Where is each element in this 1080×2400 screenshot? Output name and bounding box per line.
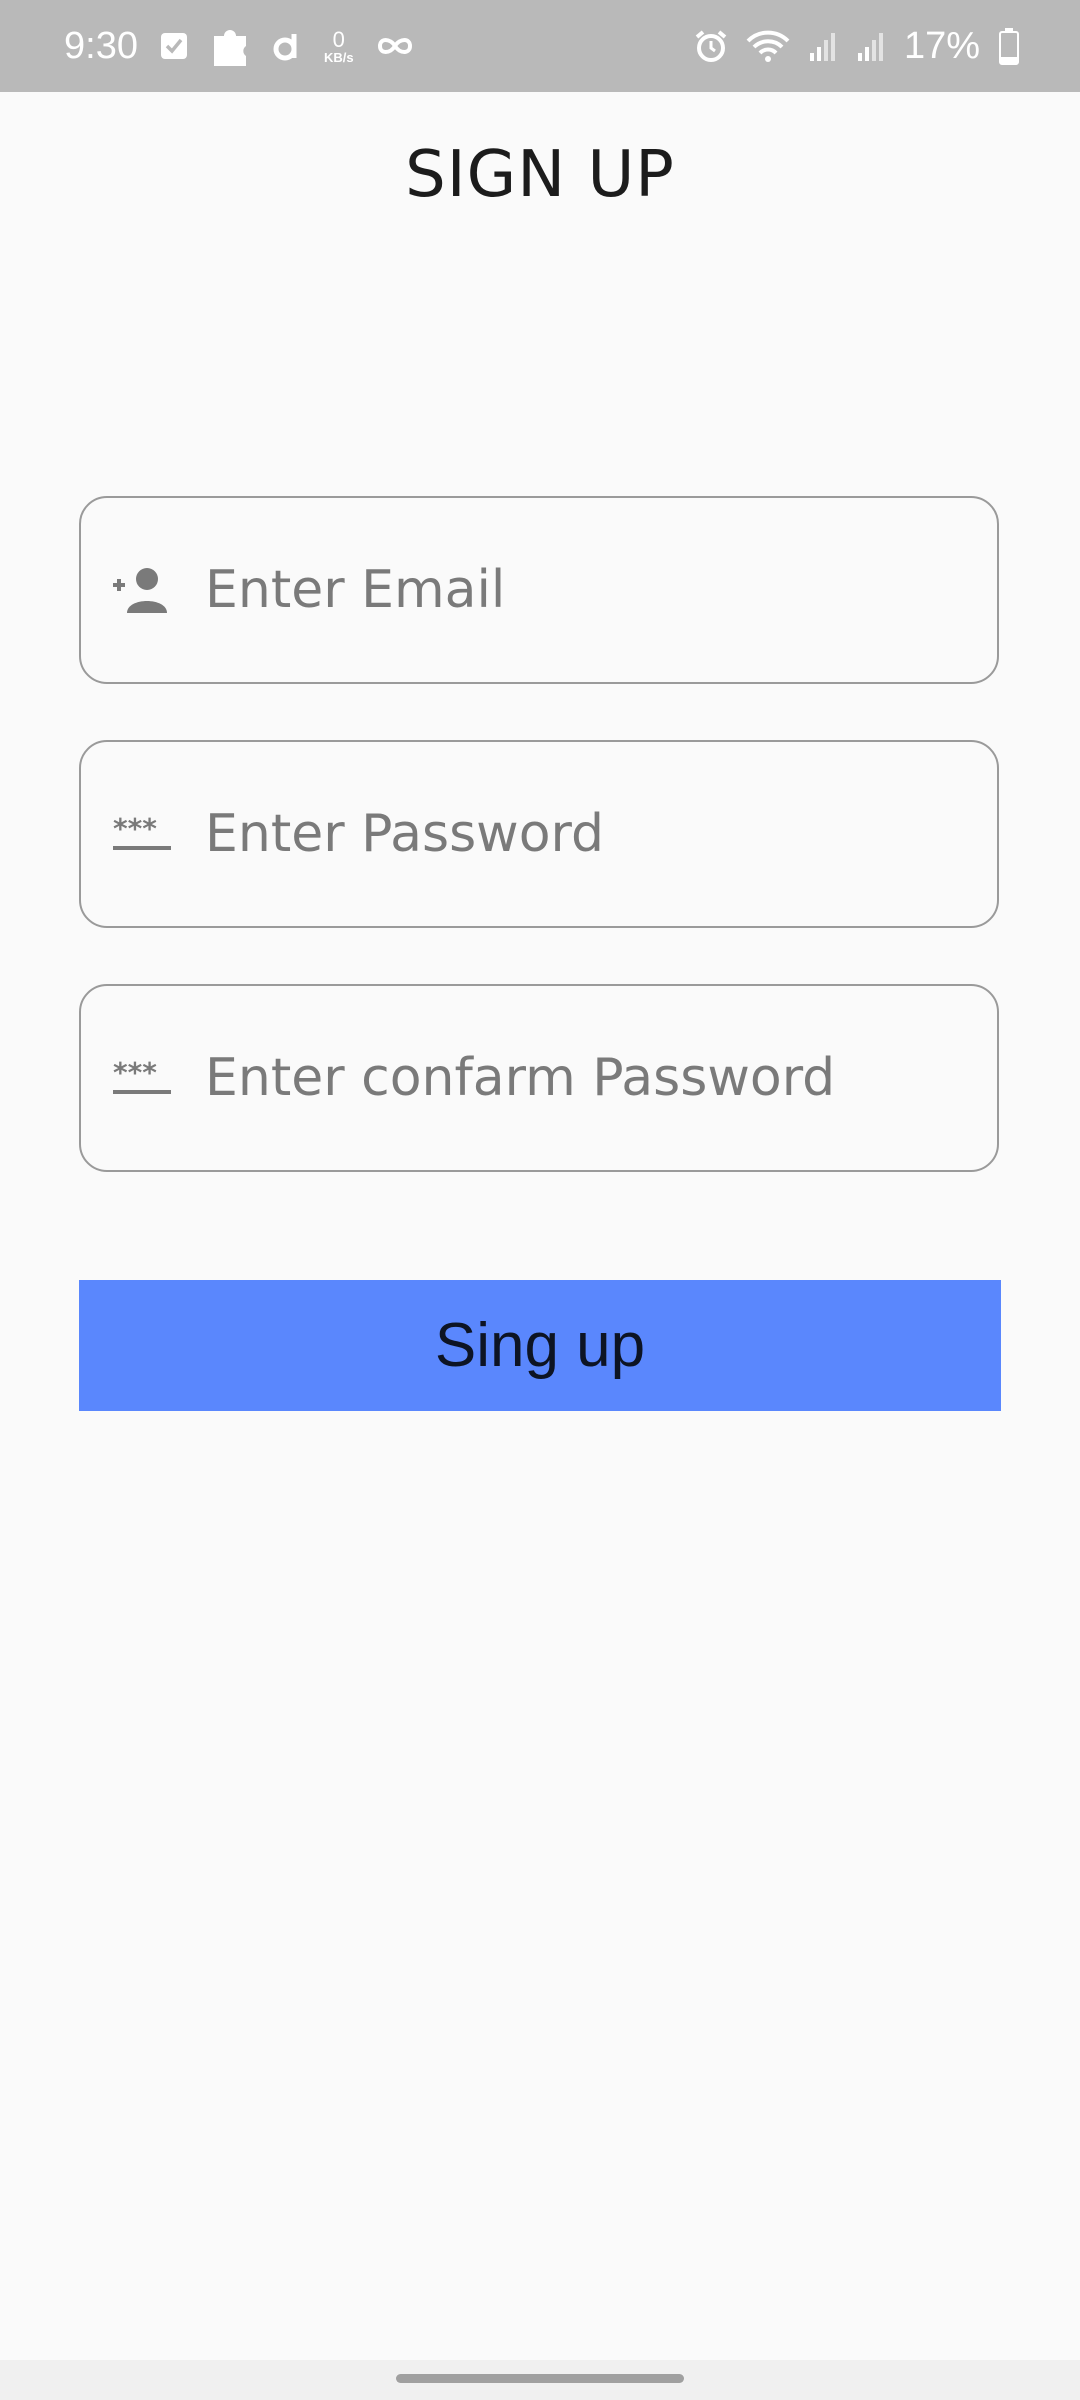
svg-text:***: *** bbox=[113, 814, 157, 845]
add-person-icon bbox=[111, 560, 173, 620]
status-bar: 9:30 0 KB/s 17% bbox=[0, 0, 1080, 92]
home-indicator[interactable] bbox=[396, 2374, 684, 2383]
confirm-password-field[interactable]: *** bbox=[79, 984, 999, 1172]
signup-button[interactable]: Sing up bbox=[79, 1280, 1001, 1411]
signal-icon-1 bbox=[808, 29, 838, 63]
app-notification-icon bbox=[272, 30, 302, 62]
network-speed: 0 KB/s bbox=[323, 26, 354, 65]
password-input[interactable] bbox=[203, 741, 997, 927]
battery-icon bbox=[998, 27, 1020, 65]
confirm-password-input[interactable] bbox=[203, 985, 997, 1171]
email-field[interactable] bbox=[79, 496, 999, 684]
signal-icon-2 bbox=[856, 29, 886, 63]
email-input[interactable] bbox=[203, 497, 997, 683]
infinity-icon bbox=[376, 35, 414, 57]
battery-percent: 17% bbox=[903, 24, 980, 67]
alarm-icon bbox=[694, 29, 728, 63]
password-icon: *** bbox=[111, 1048, 173, 1108]
navigation-bar bbox=[0, 2360, 1080, 2400]
password-field[interactable]: *** bbox=[79, 740, 999, 928]
wifi-icon bbox=[746, 29, 790, 63]
checkbox-notification-icon bbox=[160, 31, 188, 61]
status-time: 9:30 bbox=[64, 24, 138, 67]
puzzle-icon bbox=[210, 24, 250, 68]
page-title: SIGN UP bbox=[405, 138, 675, 212]
svg-text:***: *** bbox=[113, 1058, 157, 1089]
password-icon: *** bbox=[111, 804, 173, 864]
